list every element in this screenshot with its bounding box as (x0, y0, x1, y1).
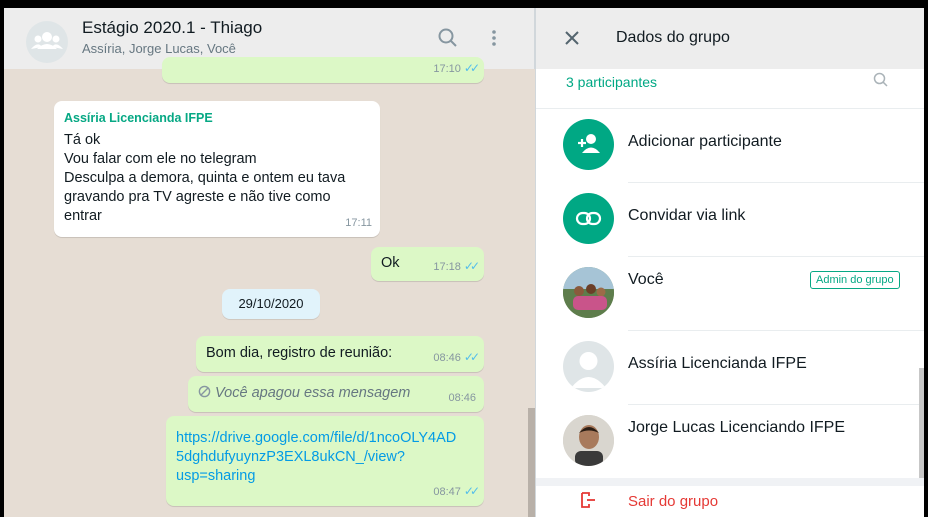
message-sender[interactable]: Assíria Licencianda IFPE (64, 109, 370, 128)
search-icon[interactable] (436, 26, 460, 50)
message-bubble[interactable]: Assíria Licencianda IFPE Tá ok Vou falar… (54, 101, 380, 237)
participants-count: 3 participantes (566, 74, 658, 90)
message-time: 08:46 ✓✓ (433, 350, 480, 364)
participant-row-you[interactable]: Você Admin do grupo (536, 257, 924, 331)
default-avatar-icon (571, 352, 606, 388)
blocked-icon (198, 385, 211, 398)
link-icon (575, 211, 602, 226)
deleted-message: Você apagou essa mensagem (198, 385, 410, 401)
message-bubble[interactable]: Você apagou essa mensagem 08:46 (188, 376, 484, 412)
add-person-icon (578, 134, 600, 153)
admin-badge: Admin do grupo (810, 271, 900, 289)
message-time: 17:11 (345, 217, 372, 229)
message-line: Vou falar com ele no telegram (64, 151, 257, 167)
row-label: Convidar via link (628, 207, 746, 224)
exit-group-button[interactable]: Sair do grupo (628, 493, 718, 510)
message-bubble[interactable]: 17:10 ✓✓ (162, 57, 484, 83)
chat-members: Assíria, Jorge Lucas, Você (82, 41, 236, 56)
message-line: Tá ok (64, 132, 101, 148)
search-participants-icon[interactable] (872, 71, 890, 89)
photo-icon (563, 267, 614, 318)
message-time: 08:47 ✓✓ (433, 484, 480, 498)
avatar (563, 267, 614, 318)
photo-icon (563, 415, 614, 466)
group-avatar[interactable] (26, 21, 68, 63)
row-label: Adicionar participante (628, 133, 782, 150)
message-text: Bom dia, registro de reunião: (206, 345, 393, 361)
close-icon[interactable] (561, 27, 583, 49)
add-participant-button[interactable] (563, 119, 614, 170)
date-divider: 29/10/2020 (222, 289, 320, 319)
chat-pane: Estágio 2020.1 - Thiago Assíria, Jorge L… (4, 8, 535, 517)
row-label: Jorge Lucas Licenciando IFPE (628, 419, 846, 436)
message-link[interactable]: 5dghdufyuynzP3EXL8ukCN_/view? (176, 448, 474, 467)
message-line: gravando pra TV agreste e não tive como (64, 189, 331, 205)
message-bubble[interactable]: Bom dia, registro de reunião: 08:46 ✓✓ (196, 336, 484, 372)
panel-header: Dados do grupo (536, 8, 924, 69)
message-time: 17:10 ✓✓ (433, 61, 480, 75)
message-line: entrar (64, 208, 102, 224)
add-participant-row[interactable]: Adicionar participante (536, 109, 924, 183)
row-label: Assíria Licencianda IFPE (628, 355, 807, 372)
group-info-panel: Dados do grupo 3 participantes Adicionar… (535, 8, 924, 517)
message-text: Ok (381, 255, 400, 271)
invite-link-row[interactable]: Convidar via link (536, 183, 924, 257)
message-line: Desculpa a demora, quinta e ontem eu tav… (64, 170, 346, 186)
message-bubble[interactable]: https://drive.google.com/file/d/1ncoOLY4… (166, 416, 484, 506)
message-time: 17:18 ✓✓ (433, 259, 480, 273)
exit-group-row[interactable]: Sair do grupo (536, 478, 924, 517)
message-link[interactable]: https://drive.google.com/file/d/1ncoOLY4… (176, 429, 474, 448)
panel-scrollbar[interactable] (919, 368, 924, 478)
row-label: Você (628, 271, 664, 288)
message-list[interactable]: 17:10 ✓✓ Assíria Licencianda IFPE Tá ok V… (4, 57, 535, 517)
avatar (563, 341, 614, 392)
panel-title: Dados do grupo (616, 29, 730, 46)
avatar (563, 415, 614, 466)
group-icon (31, 32, 63, 49)
invite-link-button[interactable] (563, 193, 614, 244)
message-link[interactable]: usp=sharing (176, 467, 474, 486)
message-bubble[interactable]: Ok 17:18 ✓✓ (371, 247, 484, 281)
menu-icon[interactable] (482, 26, 506, 50)
chat-scrollbar[interactable] (528, 408, 535, 517)
exit-icon (581, 492, 595, 508)
message-time: 08:46 (448, 392, 476, 404)
chat-title[interactable]: Estágio 2020.1 - Thiago (82, 18, 262, 38)
participant-row-assiria[interactable]: Assíria Licencianda IFPE (536, 331, 924, 405)
participant-row-jorge[interactable]: Jorge Lucas Licenciando IFPE (536, 405, 924, 479)
